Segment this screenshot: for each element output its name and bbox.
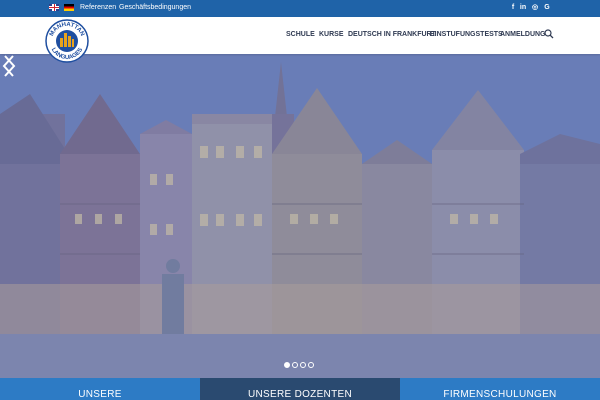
manhattan-languages-logo[interactable]: MANHATTAN LANGUAGES: [44, 18, 90, 64]
slider-dot-4[interactable]: [308, 362, 314, 368]
top-bar: Referenzen Geschäftsbedingungen f in ◎ G: [0, 0, 600, 17]
tab-unsere[interactable]: UNSERE: [0, 378, 200, 400]
main-header: MANHATTAN LANGUAGES SCHULE KURSE DEUTSCH…: [0, 17, 600, 63]
referenzen-link[interactable]: Referenzen: [80, 3, 116, 13]
tab-unsere-dozenten[interactable]: UNSERE DOZENTEN: [200, 378, 400, 400]
google-icon[interactable]: G: [542, 3, 552, 13]
slider-dot-1[interactable]: [284, 362, 290, 368]
geschaeftsbedingungen-link[interactable]: Geschäftsbedingungen: [119, 3, 191, 13]
tab-firmenschulungen[interactable]: FIRMENSCHULUNGEN: [400, 378, 600, 400]
de-flag-icon[interactable]: [64, 4, 74, 11]
facebook-icon[interactable]: f: [508, 3, 518, 13]
hero-slider: [0, 54, 600, 378]
nav-item-deutsch-in-frankfurt[interactable]: DEUTSCH IN FRANKFURT: [348, 30, 436, 39]
instagram-icon[interactable]: ◎: [530, 3, 540, 13]
slider-pagination: [284, 362, 314, 370]
linkedin-icon[interactable]: in: [518, 3, 528, 13]
hero-image-frankfurt-roemerberg: [0, 54, 600, 378]
nav-item-kurse[interactable]: KURSE: [319, 30, 344, 39]
slider-dot-3[interactable]: [300, 362, 306, 368]
nav-item-anmeldung[interactable]: ANMELDUNG: [500, 30, 546, 39]
nav-item-schule[interactable]: SCHULE: [286, 30, 315, 39]
search-icon[interactable]: [544, 29, 554, 39]
uk-flag-icon[interactable]: [49, 4, 59, 11]
slider-dot-2[interactable]: [292, 362, 298, 368]
next-slide-arrow-icon[interactable]: [0, 54, 18, 78]
nav-item-einstufungstests[interactable]: EINSTUFUNGSTESTS: [430, 30, 503, 39]
